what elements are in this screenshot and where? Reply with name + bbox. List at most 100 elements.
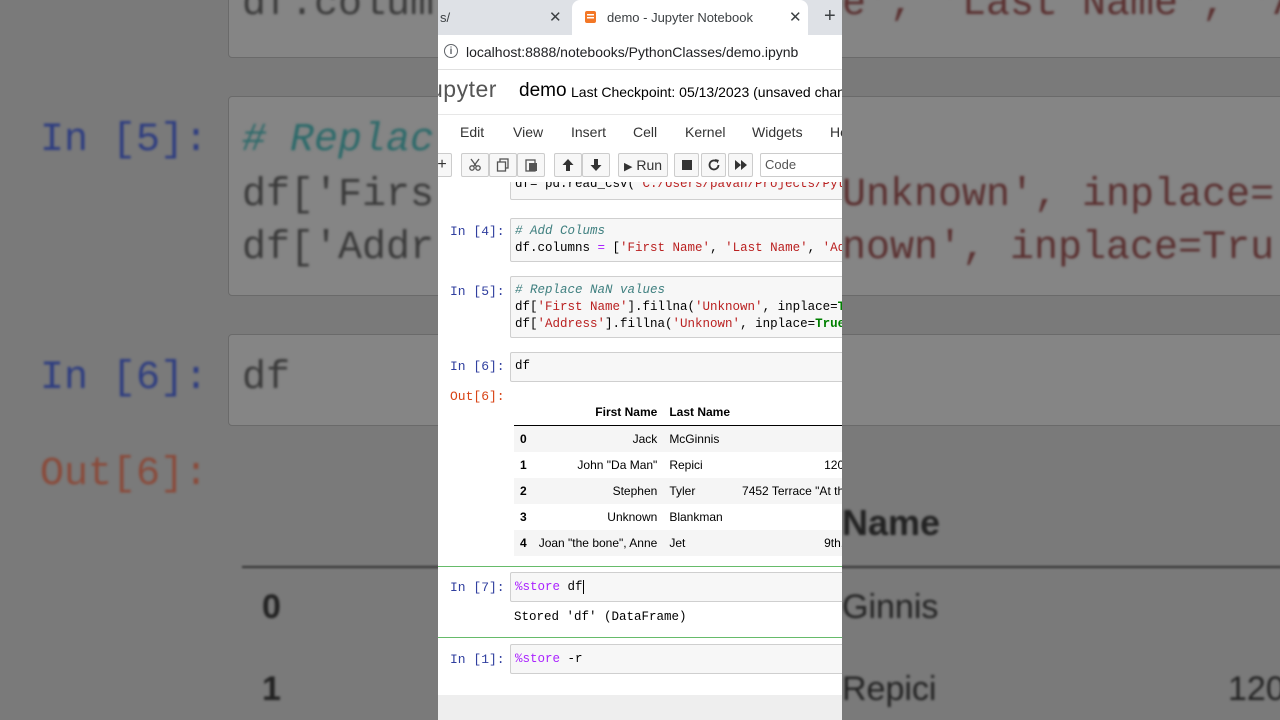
cell-input[interactable]: df= pd.read_csv('C:/Users/pavan/Projects…: [510, 182, 842, 200]
cell-input[interactable]: %store -r: [510, 644, 842, 674]
magic-command: %store: [515, 652, 561, 666]
table-row: 1 John "Da Man" Repici 120: [514, 452, 842, 478]
notebook-name[interactable]: demo: [519, 80, 567, 102]
bg-code-line: df['Addr: [242, 226, 435, 271]
code-cell[interactable]: In [5]: # Replace NaN values df['First N…: [438, 276, 842, 338]
bg-prompt: In [5]:: [40, 118, 209, 163]
table-row: 2 Stephen Tyler 7452 Terrace "At th: [514, 478, 842, 504]
bg-row-index: 0: [262, 588, 281, 626]
bg-table-header: Name: [842, 502, 941, 543]
cell-input[interactable]: %store df​: [510, 572, 842, 602]
move-down-icon[interactable]: [582, 153, 610, 177]
close-icon[interactable]: ✕: [549, 8, 562, 26]
menu-help[interactable]: Help: [830, 124, 842, 140]
menu-kernel[interactable]: Kernel: [685, 124, 725, 140]
code-line: %store df​: [515, 580, 584, 594]
code-cell[interactable]: In [6]: df Out[6]: First Name Last Name …: [438, 352, 842, 562]
tab-bar: s/ ✕ demo - Jupyter Notebook ✕ +: [438, 0, 842, 35]
menu-widgets[interactable]: Widgets: [752, 124, 803, 140]
row-index: 2: [520, 484, 527, 498]
bg-row-index: 1: [262, 670, 281, 708]
cell-type-select[interactable]: Code: [760, 153, 842, 177]
paste-icon[interactable]: [517, 153, 545, 177]
code-line: %store -r: [515, 652, 583, 666]
code-cell-selected[interactable]: In [7]: %store df​ Stored 'df' (DataFram…: [438, 572, 842, 634]
bg-code-line: df: [242, 356, 291, 401]
cell-input[interactable]: # Add Colums df.columns = ['First Name',…: [510, 218, 842, 262]
stop-icon[interactable]: [674, 153, 699, 177]
table-cell: 120: [824, 458, 842, 472]
menu-view[interactable]: View: [513, 124, 543, 140]
bg-code-line: nown', inplace=Tru: [842, 226, 1275, 271]
close-icon[interactable]: ✕: [789, 8, 802, 26]
table-header: [736, 399, 842, 426]
run-button[interactable]: ▶ Run: [618, 153, 668, 177]
table-header-row: First Name Last Name: [514, 399, 842, 426]
row-index: 4: [520, 536, 527, 550]
new-tab-icon[interactable]: +: [824, 5, 836, 28]
notebook-body: df= pd.read_csv('C:/Users/pavan/Projects…: [438, 182, 842, 695]
restart-icon[interactable]: [701, 153, 726, 177]
tab-active[interactable]: demo - Jupyter Notebook ✕: [572, 0, 808, 35]
menu-edit[interactable]: Edit: [460, 124, 484, 140]
table-cell: Joan "the bone", Anne: [538, 536, 658, 550]
bg-cell-text: Repici: [842, 670, 937, 708]
table-cell: Repici: [669, 458, 703, 472]
code-cell[interactable]: In [1]: %store -r: [438, 644, 842, 678]
tab-previous[interactable]: s/ ✕: [438, 0, 570, 35]
code-line: df['Address'].fillna('Unknown', inplace=…: [515, 317, 842, 331]
cell-input[interactable]: # Replace NaN values df['First Name'].fi…: [510, 276, 842, 338]
copy-icon[interactable]: [489, 153, 517, 177]
insert-cell-icon[interactable]: +: [438, 153, 452, 177]
jupyter-header: upyter demo Last Checkpoint: 05/13/2023 …: [438, 70, 842, 112]
table-header: [514, 399, 533, 426]
selected-cell-border: [438, 637, 842, 638]
jupyter-favicon-icon: [584, 10, 597, 24]
move-up-icon[interactable]: [554, 153, 582, 177]
code-comment: # Add Colums: [515, 224, 606, 238]
menu-bar: Edit View Insert Cell Kernel Widgets Hel…: [438, 114, 842, 149]
table-cell: John "Da Man": [577, 458, 658, 472]
table-cell: [736, 504, 842, 530]
code-cell[interactable]: In [4]: # Add Colums df.columns = ['Firs…: [438, 218, 842, 266]
table-cell: Jack: [632, 432, 658, 446]
magic-command: %store: [515, 580, 561, 594]
bg-comment: # Replac: [242, 118, 435, 163]
bg-code-line: Unknown', inplace=: [842, 173, 1275, 218]
menu-insert[interactable]: Insert: [571, 124, 606, 140]
cell-input[interactable]: df: [510, 352, 842, 382]
bg-code-line: e', 'Last Name', 'A: [842, 0, 1280, 27]
url-text[interactable]: localhost:8888/notebooks/PythonClasses/d…: [466, 44, 798, 60]
info-icon[interactable]: i: [444, 44, 458, 58]
table-row: 0 Jack McGinnis: [514, 425, 842, 453]
text-cursor: ​: [582, 580, 584, 594]
table-cell: 7452 Terrace "At th: [742, 484, 842, 498]
table-cell: Jet: [669, 536, 686, 550]
fast-forward-icon[interactable]: [728, 153, 753, 177]
notebook-toolbar: + ▶ Run Code: [438, 150, 842, 182]
checkpoint-status: Last Checkpoint: 05/13/2023 (unsaved cha…: [571, 84, 842, 100]
menu-cell[interactable]: Cell: [633, 124, 657, 140]
row-index: 1: [520, 458, 527, 472]
table-cell: [736, 426, 842, 453]
input-prompt: In [5]:: [450, 284, 505, 299]
row-index: 0: [520, 432, 527, 446]
bg-code-line: df.colum: [242, 0, 435, 27]
dataframe-table: First Name Last Name 0 Jack McGinnis 1 John…: [514, 399, 842, 556]
table-header: First Name: [532, 399, 664, 426]
address-bar[interactable]: i localhost:8888/notebooks/PythonClasses…: [438, 35, 842, 70]
code-line: df['First Name'].fillna('Unknown', inpla…: [515, 300, 842, 314]
code-line: df: [515, 359, 531, 373]
cut-icon[interactable]: [461, 153, 489, 177]
cell-output: Stored 'df' (DataFrame): [514, 610, 687, 624]
code-line: df.columns = ['First Name', 'Last Name',…: [515, 241, 842, 255]
code-cell[interactable]: df= pd.read_csv('C:/Users/pavan/Projects…: [438, 182, 842, 206]
table-header: Last Name: [663, 399, 737, 426]
jupyter-logo[interactable]: upyter: [438, 76, 497, 103]
code-comment: # Replace NaN values: [515, 283, 666, 297]
tab-previous-label: s/: [440, 10, 451, 25]
run-icon: ▶: [623, 161, 633, 173]
run-label: Run: [636, 157, 663, 173]
table-cell: Tyler: [669, 484, 696, 498]
input-prompt: In [6]:: [450, 359, 505, 374]
